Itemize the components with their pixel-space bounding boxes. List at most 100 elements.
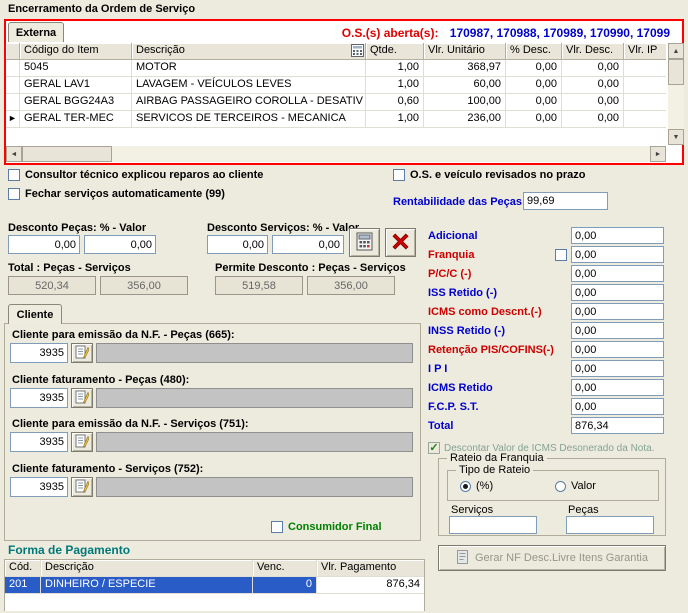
rateio-pct-label: (%) (476, 480, 493, 492)
desconto-servicos-pct-field[interactable] (207, 235, 268, 254)
ipi-field[interactable] (571, 360, 664, 377)
items-grid: Código do Item Descrição Qtde. Vlr. Unit… (6, 43, 666, 146)
rentabilidade-label: Rentabilidade das Peças (393, 196, 522, 208)
header-cod[interactable]: Cód. (5, 560, 41, 577)
header-vlr-unitario[interactable]: Vlr. Unitário (424, 43, 506, 60)
cell-perc-desc: 0,00 (506, 111, 562, 128)
header-descricao[interactable]: Descrição (41, 560, 253, 577)
gerar-nf-button[interactable]: Gerar NF Desc.Livre Itens Garantia (438, 545, 666, 571)
item-row[interactable]: GERAL BGG24A3 AIRBAG PASSAGEIRO COROLLA … (6, 94, 666, 111)
total-pecas-servicos-label: Total : Peças - Serviços (8, 262, 131, 274)
scroll-down-button[interactable]: ▼ (668, 129, 684, 145)
header-vlr-desc[interactable]: Vlr. Desc. (562, 43, 624, 60)
hscroll-thumb[interactable] (22, 146, 112, 162)
rateio-pct-radio[interactable] (460, 481, 471, 492)
rateio-servicos-field[interactable] (449, 516, 537, 534)
valores-row-fcp-st: F.C.P. S.T. (428, 398, 664, 415)
header-vlr-ipi[interactable]: Vlr. IP (624, 43, 666, 60)
scroll-right-button[interactable]: ► (650, 146, 666, 162)
rateio-valor-radio[interactable] (555, 481, 566, 492)
icms-retido-field[interactable] (571, 379, 664, 396)
valores-row-icms-retido: ICMS Retido (428, 379, 664, 396)
header-codigo[interactable]: Código do Item (20, 43, 132, 60)
cliente-nf-pecas-lookup-button[interactable] (71, 343, 93, 363)
option-consultor[interactable]: Consultor técnico explicou reparos ao cl… (8, 169, 263, 181)
icms-descnt-field[interactable] (571, 303, 664, 320)
cliente-fat-pecas-code-field[interactable] (10, 388, 68, 408)
franquia-field[interactable] (571, 246, 664, 263)
cliente-nf-servicos-code-field[interactable] (10, 432, 68, 452)
desconto-pecas-pct-field[interactable] (8, 235, 80, 254)
fechar-auto-label: Fechar serviços automaticamente (99) (25, 188, 225, 200)
recalcular-button[interactable] (349, 228, 380, 257)
cliente-fat-servicos-lookup-button[interactable] (71, 477, 93, 497)
tab-cliente[interactable]: Cliente (8, 304, 62, 324)
total-geral-field[interactable] (571, 417, 664, 434)
limpar-descontos-button[interactable] (385, 228, 416, 257)
header-perc-desc[interactable]: % Desc. (506, 43, 562, 60)
items-hscrollbar[interactable]: ◄ ► (6, 146, 666, 162)
cliente-nf-servicos-lookup-button[interactable] (71, 432, 93, 452)
fcp-st-label: F.C.P. S.T. (428, 401, 567, 413)
cell-vlr-unitario: 236,00 (424, 111, 506, 128)
cliente-nf-servicos-name-field (96, 432, 413, 452)
desconto-pecas-label: Desconto Peças: % - Valor (8, 222, 146, 234)
desconto-servicos-valor-field[interactable] (272, 235, 344, 254)
grid-empty-area (6, 128, 666, 146)
franquia-checkbox[interactable] (555, 249, 567, 261)
rateio-opcao-valor[interactable]: Valor (555, 480, 596, 492)
items-vscrollbar[interactable]: ▲ ▼ (668, 43, 684, 145)
item-row-current[interactable]: ► GERAL TER-MEC SERVICOS DE TERCEIROS - … (6, 111, 666, 128)
cliente-fat-servicos-code-field[interactable] (10, 477, 68, 497)
row-selector (6, 94, 20, 111)
cell-codigo: 5045 (20, 60, 132, 77)
header-selector (6, 43, 20, 60)
iss-retido-field[interactable] (571, 284, 664, 301)
rateio-servicos-label: Serviços (451, 504, 493, 516)
vscroll-track[interactable] (668, 85, 684, 129)
scroll-left-button[interactable]: ◄ (6, 146, 22, 162)
fechar-auto-checkbox[interactable] (8, 188, 20, 200)
cell-venc: 0 (253, 577, 317, 594)
check-icon: ✓ (429, 443, 438, 453)
header-descricao[interactable]: Descrição (132, 43, 366, 60)
header-vlr-pagamento[interactable]: Vlr. Pagamento (317, 560, 424, 577)
franquia-label: Franquia (428, 249, 551, 261)
fcp-st-field[interactable] (571, 398, 664, 415)
desconto-servicos-label: Desconto Serviços: % - Valor (207, 222, 359, 234)
vscroll-thumb[interactable] (668, 59, 684, 85)
pagamento-row[interactable]: 201 DINHEIRO / ESPECIE 0 876,34 (5, 577, 424, 594)
consultor-checkbox[interactable] (8, 169, 20, 181)
descontar-icms-checkbox[interactable]: ✓ (428, 442, 440, 454)
calculator-icon[interactable] (351, 44, 364, 57)
document-icon (456, 550, 469, 567)
header-qtde[interactable]: Qtde. (366, 43, 424, 60)
inss-retido-field[interactable] (571, 322, 664, 339)
item-row[interactable]: 5045 MOTOR 1,00 368,97 0,00 0,00 (6, 60, 666, 77)
cell-perc-desc: 0,00 (506, 94, 562, 111)
option-consumidor-final[interactable]: Consumidor Final (271, 521, 382, 533)
header-venc[interactable]: Venc. (253, 560, 317, 577)
cliente-nf-pecas-code-field[interactable] (10, 343, 68, 363)
consumidor-final-checkbox[interactable] (271, 521, 283, 533)
rentabilidade-field[interactable] (523, 192, 608, 210)
pcc-field[interactable] (571, 265, 664, 282)
open-os-line: O.S.(s) aberta(s): 170987, 170988, 17098… (342, 26, 670, 40)
revisados-checkbox[interactable] (393, 169, 405, 181)
option-fechar-auto[interactable]: Fechar serviços automaticamente (99) (8, 188, 225, 200)
option-revisados[interactable]: O.S. e veículo revisados no prazo (393, 169, 585, 181)
rateio-opcao-pct[interactable]: (%) (460, 480, 493, 492)
hscroll-track[interactable] (112, 146, 650, 162)
scroll-up-button[interactable]: ▲ (668, 43, 684, 59)
cliente-nf-servicos-label: Cliente para emissão da N.F. - Serviços … (12, 418, 249, 430)
rateio-pecas-field[interactable] (566, 516, 654, 534)
tab-externa[interactable]: Externa (8, 22, 64, 42)
arrow-up-icon: ▲ (673, 48, 680, 55)
item-row[interactable]: GERAL LAV1 LAVAGEM - VEÍCULOS LEVES 1,00… (6, 77, 666, 94)
valores-row-total: Total (428, 417, 664, 434)
adicional-field[interactable] (571, 227, 664, 244)
desconto-pecas-valor-field[interactable] (84, 235, 156, 254)
cliente-fat-pecas-lookup-button[interactable] (71, 388, 93, 408)
open-os-label: O.S.(s) aberta(s): (342, 26, 439, 40)
pis-cofins-field[interactable] (571, 341, 664, 358)
